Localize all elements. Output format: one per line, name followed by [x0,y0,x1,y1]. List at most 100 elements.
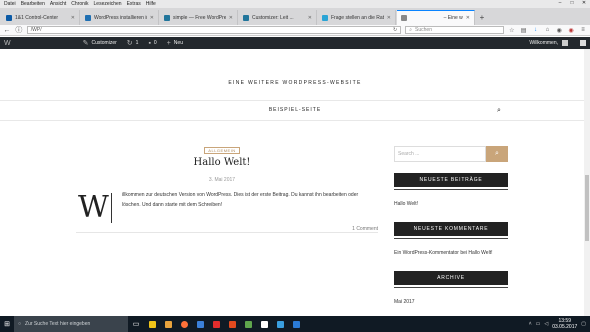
task-view-icon[interactable]: ▭ [128,316,144,332]
volume-icon[interactable]: ◁ [544,321,548,327]
close-tab-icon[interactable]: ✕ [71,15,75,21]
firefox-icon[interactable] [176,316,192,332]
close-tab-icon[interactable]: ✕ [308,15,312,21]
library-icon[interactable]: ▤ [520,27,528,34]
taskbar-app-icon[interactable] [192,316,208,332]
search-icon: ○ [18,321,22,327]
post-title[interactable]: Hallo Welt! [160,157,284,168]
taskbar-search-placeholder: Zur Suche Text hier eingeben [25,321,91,327]
menu-tools[interactable]: Extras [127,1,141,7]
wp-logo-menu[interactable]: W [4,40,11,47]
close-tab-icon[interactable]: ✕ [229,15,233,21]
taskbar-app-icon[interactable] [160,316,176,332]
info-icon[interactable]: ⓘ [15,25,23,35]
url-bar[interactable]: /WP/ ↻ [26,26,402,34]
avatar[interactable] [562,40,568,46]
search-icon: ⌕ [495,150,499,157]
windows-start-icon[interactable]: ⊞ [0,316,14,332]
back-icon[interactable]: ← [3,27,11,34]
updates-count: 1 [135,40,139,46]
browser-tab[interactable]: 1&1 Control-Center ✕ [2,10,80,25]
post-date[interactable]: 3. Mai 2017 [160,177,284,183]
tab-title: Customizer: Leit ... [252,14,294,21]
notifications-icon[interactable]: ▢ [581,321,586,327]
addon-icon[interactable]: ◉ [567,27,575,34]
wp-admin-bar: W ✎ Customizer ↻ 1 ▪ 0 + Neu Willkommen, [0,37,590,49]
addon-icon[interactable]: ◉ [555,27,563,34]
browser-tab[interactable]: Customizer: Leit ... ✕ [239,10,317,25]
close-window-button[interactable]: ✕ [578,0,590,8]
new-label: Neu [173,40,183,46]
comments-link[interactable]: ▪ 0 [148,40,156,47]
menu-view[interactable]: Ansicht [50,1,66,7]
recent-comment: Ein WordPress-Kommentator bei Hallo Welt… [394,250,492,256]
comments-count: 0 [153,40,157,46]
post-category-badge[interactable]: ALLGEMEIN [204,147,240,154]
menu-bookmarks[interactable]: Lesezeichen [94,1,122,7]
taskbar-app-icon[interactable] [256,316,272,332]
greeting-text[interactable]: Willkommen, [529,40,558,46]
minimize-button[interactable]: – [554,0,566,8]
browser-tab[interactable]: Frage stellen an die Ratgeb✕ [318,10,396,25]
search-bar[interactable]: ⌕ Suchen [405,26,504,34]
windows-taskbar: ⊞ ○ Zur Suche Text hier eingeben ▭ ˄ ▭ ◁… [0,316,590,332]
taskbar-app-icon[interactable] [272,316,288,332]
comment-author-link[interactable]: Ein WordPress-Kommentator [394,250,459,256]
taskbar-app-icon[interactable] [144,316,160,332]
widget-title-archive: ARCHIVE [394,271,508,285]
favicon-icon [322,14,328,21]
menu-edit[interactable]: Bearbeiten [21,1,45,7]
customizer-link[interactable]: ✎ Customizer [83,39,117,47]
sidebar-search-input[interactable]: Search ... [394,146,486,162]
scrollbar-thumb[interactable] [585,175,589,241]
sidebar-search-button[interactable]: ⌕ [486,146,508,162]
post-divider [76,232,378,233]
browser-tab[interactable]: WordPress installieren in 5 S✕ [81,10,159,25]
menu-history[interactable]: Chronik [71,1,88,7]
download-icon[interactable]: ↓ [532,27,540,33]
new-content-link[interactable]: + Neu [167,40,183,47]
network-icon[interactable]: ▭ [536,321,541,327]
widget-divider [394,238,508,239]
system-tray: ˄ ▭ ◁ 13:59 03.05.2017 ▢ [529,318,590,330]
menu-help[interactable]: Hilfe [146,1,156,7]
taskbar-clock[interactable]: 13:59 03.05.2017 [552,318,577,330]
tab-title: simple — Free WordPress T [173,14,226,21]
tab-title: 1&1 Control-Center [15,14,59,21]
clock-date: 03.05.2017 [552,324,578,330]
search-icon[interactable]: ⌕ [497,107,505,115]
archive-link[interactable]: Mai 2017 [394,299,415,305]
taskbar-app-icon[interactable] [224,316,240,332]
comment-joiner: bei [458,250,469,256]
page-scrollbar[interactable] [584,49,590,316]
url-text: /WP/ [30,27,42,33]
reload-icon[interactable]: ↻ [393,27,397,33]
tab-title: WordPress installieren in 5 S [94,14,147,21]
tray-chevron-icon[interactable]: ˄ [529,321,532,327]
taskbar-app-icon[interactable] [240,316,256,332]
filezilla-icon[interactable] [208,316,224,332]
close-tab-icon[interactable]: ✕ [387,15,391,21]
browser-tab[interactable]: simple — Free WordPress T✕ [160,10,238,25]
new-tab-button[interactable]: + [476,10,488,25]
window-controls: – □ ✕ [554,0,590,8]
widget-title-recent-posts: NEUESTE BEITRÄGE [394,173,508,187]
maximize-button[interactable]: □ [566,0,578,8]
updates-link[interactable]: ↻ 1 [127,39,139,47]
close-tab-icon[interactable]: ✕ [466,15,470,21]
taskbar-app-icon[interactable] [288,316,304,332]
browser-tab-active[interactable]: – Eine w ✕ [397,10,475,25]
search-placeholder: Suchen [415,27,432,33]
comment-post-link[interactable]: Hallo Welt! [468,250,492,256]
taskbar-search[interactable]: ○ Zur Suche Text hier eingeben [14,316,128,332]
screen-options-icon[interactable] [580,40,586,46]
search-icon: ⌕ [409,27,413,33]
recent-post-link[interactable]: Hallo Welt! [394,201,418,207]
post-body: illkommen zur deutschen Version von Word… [122,192,359,208]
menu-file[interactable]: Datei [4,1,16,7]
favicon-icon [6,14,12,21]
close-tab-icon[interactable]: ✕ [150,15,154,21]
hamburger-menu-icon[interactable]: ≡ [579,27,587,33]
home-icon[interactable]: ⌂ [543,27,551,33]
star-icon[interactable]: ☆ [508,27,516,34]
